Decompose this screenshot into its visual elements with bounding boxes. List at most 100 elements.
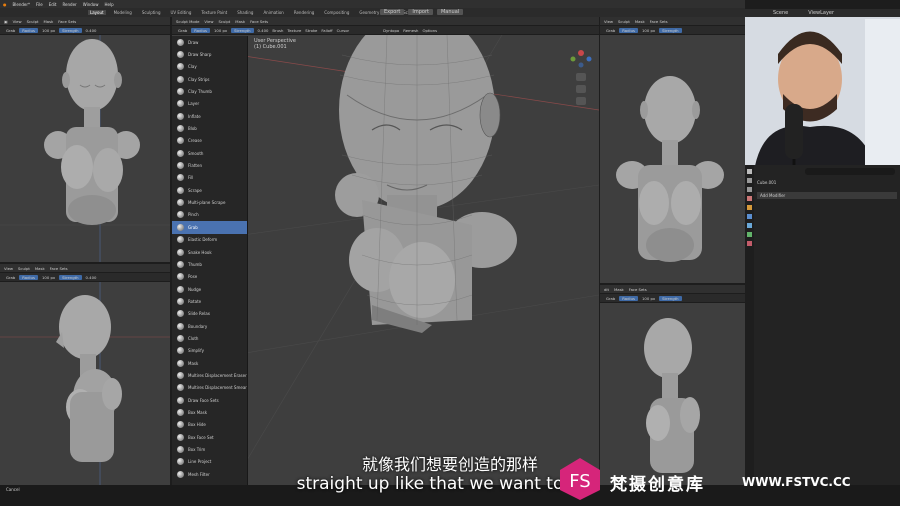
brush-item-smooth[interactable]: Smooth [172, 147, 247, 159]
brush-item-box-mask[interactable]: Box Mask [172, 406, 247, 418]
falloff-menu[interactable]: Falloff [321, 28, 332, 33]
left-top-viewport[interactable] [0, 35, 170, 262]
brush-item-multires-displacement-eraser[interactable]: Multires Displacement Eraser [172, 369, 247, 381]
menu-face-sets[interactable]: Face Sets [250, 19, 268, 24]
strength-value[interactable]: 0.400 [86, 275, 97, 280]
menu-file[interactable]: File [36, 2, 43, 7]
brush-item-fill[interactable]: Fill [172, 172, 247, 184]
menu-sculpt[interactable]: Sculpt [18, 266, 30, 271]
tab-layout[interactable]: Layout [88, 10, 106, 15]
tab-rendering[interactable]: Rendering [292, 10, 316, 15]
menu-window[interactable]: Window [83, 2, 99, 7]
menu-mask[interactable]: Mask [235, 19, 245, 24]
brush-item-box-hide[interactable]: Box Hide [172, 419, 247, 431]
brush-item-mask[interactable]: Mask [172, 357, 247, 369]
brush-item-boundary[interactable]: Boundary [172, 320, 247, 332]
brush-item-blob[interactable]: Blob [172, 122, 247, 134]
right-top-viewport[interactable] [600, 35, 745, 283]
menu-view[interactable]: View [13, 19, 22, 24]
brush-item-multi-plane-scrape[interactable]: Multi-plane Scrape [172, 196, 247, 208]
menu-face-sets[interactable]: Face Sets [650, 19, 668, 24]
strength-value[interactable]: 0.400 [258, 28, 269, 33]
right-bottom-viewport[interactable] [600, 303, 745, 485]
view-layer-selector[interactable]: ViewLayer [808, 10, 834, 16]
properties-search[interactable] [805, 168, 895, 175]
tool-tab-icon[interactable] [747, 169, 752, 174]
scene-selector[interactable]: Scene [773, 10, 788, 16]
tab-sculpting[interactable]: Sculpting [140, 10, 163, 15]
menu-sculpt[interactable]: Sculpt [27, 19, 39, 24]
material-tab-icon[interactable] [747, 241, 752, 246]
menu-render[interactable]: Render [62, 2, 76, 7]
brush-item-box-trim[interactable]: Box Trim [172, 443, 247, 455]
menu-mask[interactable]: Mask [35, 266, 45, 271]
menu-edit-partial[interactable]: dit [604, 287, 609, 292]
menu-edit[interactable]: Edit [49, 2, 57, 7]
brush-menu[interactable]: Brush [272, 28, 283, 33]
manual-button[interactable]: Manual [436, 9, 464, 15]
brush-item-clay-thumb[interactable]: Clay Thumb [172, 85, 247, 97]
brush-item-multires-displacement-smear[interactable]: Multires Displacement Smear [172, 382, 247, 394]
menu-mask[interactable]: Mask [43, 19, 53, 24]
brush-item-elastic-deform[interactable]: Elastic Deform [172, 234, 247, 246]
render-tab-icon[interactable] [747, 178, 752, 183]
radius-value[interactable]: 100 px [642, 296, 655, 301]
brush-item-draw-sharp[interactable]: Draw Sharp [172, 48, 247, 60]
brush-item-grab[interactable]: Grab [172, 221, 247, 234]
brush-item-pinch[interactable]: Pinch [172, 209, 247, 221]
texture-menu[interactable]: Texture [287, 28, 301, 33]
add-modifier-button[interactable]: Add Modifier [757, 192, 897, 199]
tab-shading[interactable]: Shading [235, 10, 255, 15]
object-tab-icon[interactable] [747, 205, 752, 210]
menu-mask[interactable]: Mask [614, 287, 624, 292]
menu-face-sets[interactable]: Face Sets [58, 19, 76, 24]
radius-value[interactable]: 100 px [42, 275, 55, 280]
brush-item-inflate[interactable]: Inflate [172, 110, 247, 122]
brush-item-thumb[interactable]: Thumb [172, 258, 247, 270]
brush-item-cloth[interactable]: Cloth [172, 332, 247, 344]
brush-item-line-project[interactable]: Line Project [172, 456, 247, 468]
brush-item-layer[interactable]: Layer [172, 98, 247, 110]
brush-item-simplify[interactable]: Simplify [172, 345, 247, 357]
navigation-gizmo[interactable] [567, 39, 595, 119]
tab-compositing[interactable]: Compositing [322, 10, 351, 15]
brush-item-box-face-set[interactable]: Box Face Set [172, 431, 247, 443]
output-tab-icon[interactable] [747, 187, 752, 192]
brush-item-draw[interactable]: Draw [172, 36, 247, 48]
brush-item-clay-strips[interactable]: Clay Strips [172, 73, 247, 85]
brush-name[interactable]: Grab [606, 296, 615, 301]
stroke-menu[interactable]: Stroke [305, 28, 317, 33]
menu-mask[interactable]: Mask [635, 19, 645, 24]
blender-logo-icon[interactable]: ● [3, 2, 7, 7]
brush-name[interactable]: Grab [606, 28, 615, 33]
brush-item-snake-hook[interactable]: Snake Hook [172, 246, 247, 258]
menu-sculpt[interactable]: Sculpt [618, 19, 630, 24]
options-menu[interactable]: Options [422, 28, 437, 33]
brush-name[interactable]: Grab [6, 275, 15, 280]
import-button[interactable]: Import [408, 9, 433, 15]
brush-item-rotate[interactable]: Rotate [172, 295, 247, 307]
radius-value[interactable]: 100 px [214, 28, 227, 33]
menu-face-sets[interactable]: Face Sets [50, 266, 68, 271]
radius-value[interactable]: 100 px [42, 28, 55, 33]
dyntopo-menu[interactable]: Dyntopo [383, 28, 399, 33]
menu-sculpt[interactable]: Sculpt [218, 19, 230, 24]
scene-tab-icon[interactable] [747, 196, 752, 201]
menu-face-sets[interactable]: Face Sets [629, 287, 647, 292]
tab-texture-paint[interactable]: Texture Paint [199, 10, 229, 15]
brush-item-nudge[interactable]: Nudge [172, 283, 247, 295]
tab-modeling[interactable]: Modeling [112, 10, 134, 15]
menu-view[interactable]: View [204, 19, 213, 24]
cursor-menu[interactable]: Cursor [337, 28, 349, 33]
brush-name[interactable]: Grab [6, 28, 15, 33]
data-tab-icon[interactable] [747, 232, 752, 237]
brush-item-scrape[interactable]: Scrape [172, 184, 247, 196]
brush-item-flatten[interactable]: Flatten [172, 159, 247, 171]
radius-value[interactable]: 100 px [642, 28, 655, 33]
physics-tab-icon[interactable] [747, 223, 752, 228]
left-bottom-viewport[interactable] [0, 282, 170, 485]
menu-view[interactable]: View [4, 266, 13, 271]
export-button[interactable]: Export [380, 9, 405, 15]
strength-value[interactable]: 0.400 [86, 28, 97, 33]
tab-uv-editing[interactable]: UV Editing [169, 10, 194, 15]
